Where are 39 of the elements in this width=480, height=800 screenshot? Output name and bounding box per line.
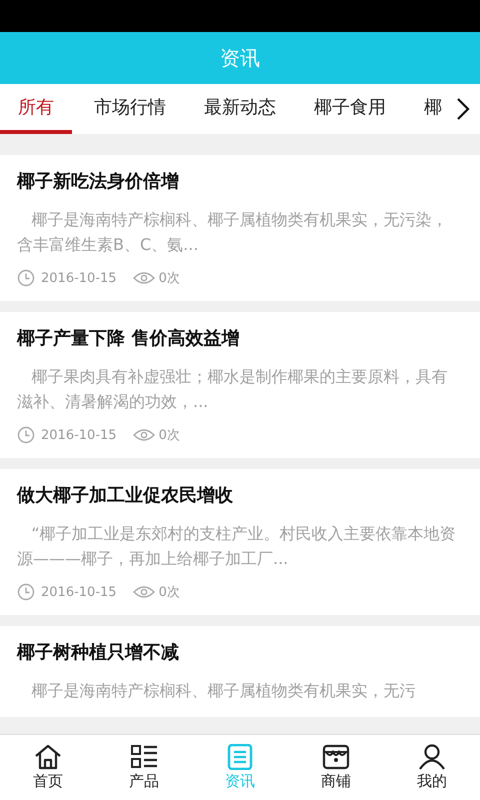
article-card[interactable]: 椰子产量下降 售价高效益增 椰子果肉具有补虚强壮；椰水是制作椰果的主要原料，具有滋补、清暑解渴的功效，... 2016-10-15 0次 xyxy=(0,312,480,458)
list-icon xyxy=(130,744,158,770)
category-tab[interactable]: 椰子食用 xyxy=(298,84,402,134)
article-card[interactable]: 椰子树种植只增不减 椰子是海南特产棕榈科、椰子属植物类有机果实，无污 xyxy=(0,626,480,717)
clock-icon xyxy=(17,269,35,287)
article-title: 做大椰子加工业促农民增收 xyxy=(17,484,234,507)
article-summary: 椰子是海南特产棕榈科、椰子属植物类有机果实，无污染，含丰富维生素B、C、氨... xyxy=(17,209,448,256)
eye-icon xyxy=(132,585,155,599)
category-tab[interactable]: 最新动态 xyxy=(188,84,292,134)
shop-icon xyxy=(322,744,350,770)
category-tab[interactable]: 市场行情 xyxy=(78,84,182,134)
clock-icon xyxy=(17,583,35,601)
article-card[interactable]: 椰子新吃法身价倍增 椰子是海南特产棕榈科、椰子属植物类有机果实，无污染，含丰富维生素B、C、氨... 2016-10-15 0次 xyxy=(0,155,480,301)
user-icon xyxy=(418,744,446,770)
home-icon xyxy=(34,744,62,770)
nav-tab[interactable]: 我的 xyxy=(384,735,480,800)
article-title: 椰子产量下降 售价高效益增 xyxy=(17,327,240,350)
article-card[interactable]: 做大椰子加工业促农民增收 “椰子加工业是东郊村的支柱产业。村民收入主要依靠本地资源———椰子，再加上给椰子加工厂... 2016-10-15 0次 xyxy=(0,469,480,615)
nav-tab[interactable]: 产品 xyxy=(96,735,192,800)
view-count: 0次 xyxy=(158,270,180,287)
article-date: 2016-10-15 xyxy=(41,584,117,600)
view-count: 0次 xyxy=(158,584,180,601)
clock-icon xyxy=(17,426,35,444)
article-summary: 椰子果肉具有补虚强壮；椰水是制作椰果的主要原料，具有滋补、清暑解渴的功效，... xyxy=(17,366,448,413)
article-date: 2016-10-15 xyxy=(41,270,117,286)
eye-icon xyxy=(132,271,155,285)
document-icon xyxy=(226,744,254,770)
page-title: 资讯 xyxy=(220,44,260,72)
article-title: 椰子新吃法身价倍增 xyxy=(17,170,180,193)
eye-icon xyxy=(132,428,155,442)
article-summary: 椰子是海南特产棕榈科、椰子属植物类有机果实，无污 xyxy=(30,680,416,702)
article-summary: “椰子加工业是东郊村的支柱产业。村民收入主要依靠本地资源———椰子，再加上给椰子加工厂... xyxy=(17,523,457,570)
category-tab[interactable]: 椰 xyxy=(408,84,458,134)
view-count: 0次 xyxy=(158,427,180,444)
article-title: 椰子树种植只增不减 xyxy=(17,641,180,664)
article-date: 2016-10-15 xyxy=(41,428,117,442)
nav-tab[interactable]: 首页 xyxy=(0,735,96,800)
nav-tab[interactable]: 商铺 xyxy=(288,735,384,800)
category-tab[interactable]: 所有 xyxy=(0,84,72,134)
